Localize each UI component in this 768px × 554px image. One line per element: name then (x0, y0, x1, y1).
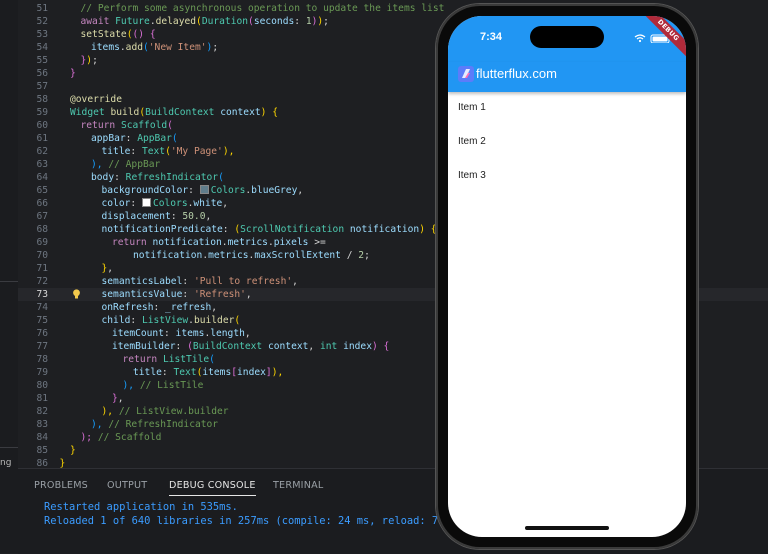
code-text: appBar: AppBar( (91, 133, 178, 144)
line-number: 84 (36, 432, 48, 443)
code-text: @override (70, 94, 122, 105)
code-text: } (70, 445, 76, 456)
line-number: 75 (36, 315, 48, 326)
line-number: 62 (36, 146, 48, 157)
code-text: }, (101, 263, 114, 274)
line-number: 77 (36, 341, 48, 352)
line-number: 76 (36, 328, 48, 339)
line-number: 66 (36, 198, 48, 209)
code-text: ), // ListTile (122, 380, 204, 391)
line-number: 78 (36, 354, 48, 365)
activity-strip: ng (0, 0, 19, 553)
line-number: 51 (36, 3, 48, 14)
line-number: 68 (36, 224, 48, 235)
line-number: 70 (36, 250, 48, 261)
line-number: 85 (36, 445, 48, 456)
line-number: 80 (36, 380, 48, 391)
dynamic-island (530, 26, 604, 48)
tab-debug-console[interactable]: DEBUG CONSOLE (169, 480, 256, 496)
line-number: 58 (36, 94, 48, 105)
line-number: 83 (36, 419, 48, 430)
tab-problems[interactable]: PROBLEMS (34, 480, 88, 495)
code-text: items.add('New Item'); (91, 42, 219, 53)
lightbulb-icon[interactable] (72, 289, 81, 299)
line-number: 69 (36, 237, 48, 248)
line-number: 55 (36, 55, 48, 66)
code-text: itemBuilder: (BuildContext context, int … (112, 341, 390, 352)
line-number: 60 (36, 120, 48, 131)
code-text: displacement: 50.0, (101, 211, 212, 222)
code-text: notificationPredicate: (ScrollNotificati… (101, 224, 437, 235)
line-number: 71 (36, 263, 48, 274)
list-item[interactable]: Item 3 (458, 170, 486, 181)
code-text: notification.metrics.maxScrollExtent / 2… (133, 250, 370, 261)
code-text: }, (112, 393, 124, 404)
code-text: await Future.delayed(Duration(seconds: 1… (80, 16, 329, 27)
line-number: 82 (36, 406, 48, 417)
line-number: 73 (36, 289, 48, 300)
code-text: itemCount: items.length, (112, 328, 251, 339)
code-text: return ListTile( (122, 354, 215, 365)
app-title: flutterflux.com (476, 66, 557, 81)
code-text: child: ListView.builder( (101, 315, 241, 326)
code-text: backgroundColor: Colors.blueGrey, (101, 185, 304, 196)
app-bar: flutterflux.com (448, 62, 686, 92)
flutterflux-logo-icon (458, 66, 474, 82)
line-number: 63 (36, 159, 48, 170)
tab-terminal[interactable]: TERMINAL (273, 480, 323, 495)
code-text: return Scaffold( (80, 120, 173, 131)
code-text: title: Text('My Page'), (101, 146, 235, 157)
sidebar-fragment-text: ng (0, 458, 12, 468)
line-number: 52 (36, 16, 48, 27)
code-text: onRefresh: _refresh, (101, 302, 218, 313)
list-item[interactable]: Item 2 (458, 136, 486, 147)
code-text: return notification.metrics.pixels >= (112, 237, 326, 248)
code-text: ), // ListView.builder (101, 406, 229, 417)
line-number: 79 (36, 367, 48, 378)
line-number: 65 (36, 185, 48, 196)
code-text: // Perform some asynchronous operation t… (80, 3, 445, 14)
color-swatch[interactable] (199, 185, 209, 194)
console-line: Reloaded 1 of 640 libraries in 257ms (co… (44, 515, 439, 527)
line-number: 74 (36, 302, 48, 313)
code-text: } (70, 68, 76, 79)
line-number: 72 (36, 276, 48, 287)
divider (0, 447, 18, 448)
console-line: Restarted application in 535ms. (44, 501, 238, 513)
line-number: 59 (36, 107, 48, 118)
line-number: 53 (36, 29, 48, 40)
color-swatch[interactable] (141, 198, 151, 207)
code-text: body: RefreshIndicator( (91, 172, 224, 183)
phone-screen: 7:34 DEBUG flutterflux.com Item 1 Item 2… (448, 16, 686, 537)
code-text: ), // AppBar (91, 159, 161, 170)
code-text: ), // RefreshIndicator (91, 419, 219, 430)
code-text: }); (80, 55, 98, 66)
code-text: Widget build(BuildContext context) { (70, 107, 278, 118)
home-indicator[interactable] (525, 526, 609, 530)
status-time: 7:34 (480, 31, 503, 43)
code-text: semanticsValue: 'Refresh', (101, 289, 252, 300)
code-text: ); // Scaffold (80, 432, 162, 443)
line-number: 57 (36, 81, 48, 92)
status-bar: 7:34 DEBUG (448, 16, 686, 63)
list-item[interactable]: Item 1 (458, 102, 486, 113)
code-text: semanticsLabel: 'Pull to refresh', (101, 276, 298, 287)
line-number: 61 (36, 133, 48, 144)
code-text: title: Text(items[index]), (133, 367, 284, 378)
line-number: 54 (36, 42, 48, 53)
line-number: 81 (36, 393, 48, 404)
line-number: 64 (36, 172, 48, 183)
code-text: setState(() { (80, 29, 156, 40)
tab-output[interactable]: OUTPUT (107, 480, 147, 495)
code-text: color: Colors.white, (101, 198, 229, 209)
line-number: 67 (36, 211, 48, 222)
line-number: 56 (36, 68, 48, 79)
divider (0, 281, 18, 282)
